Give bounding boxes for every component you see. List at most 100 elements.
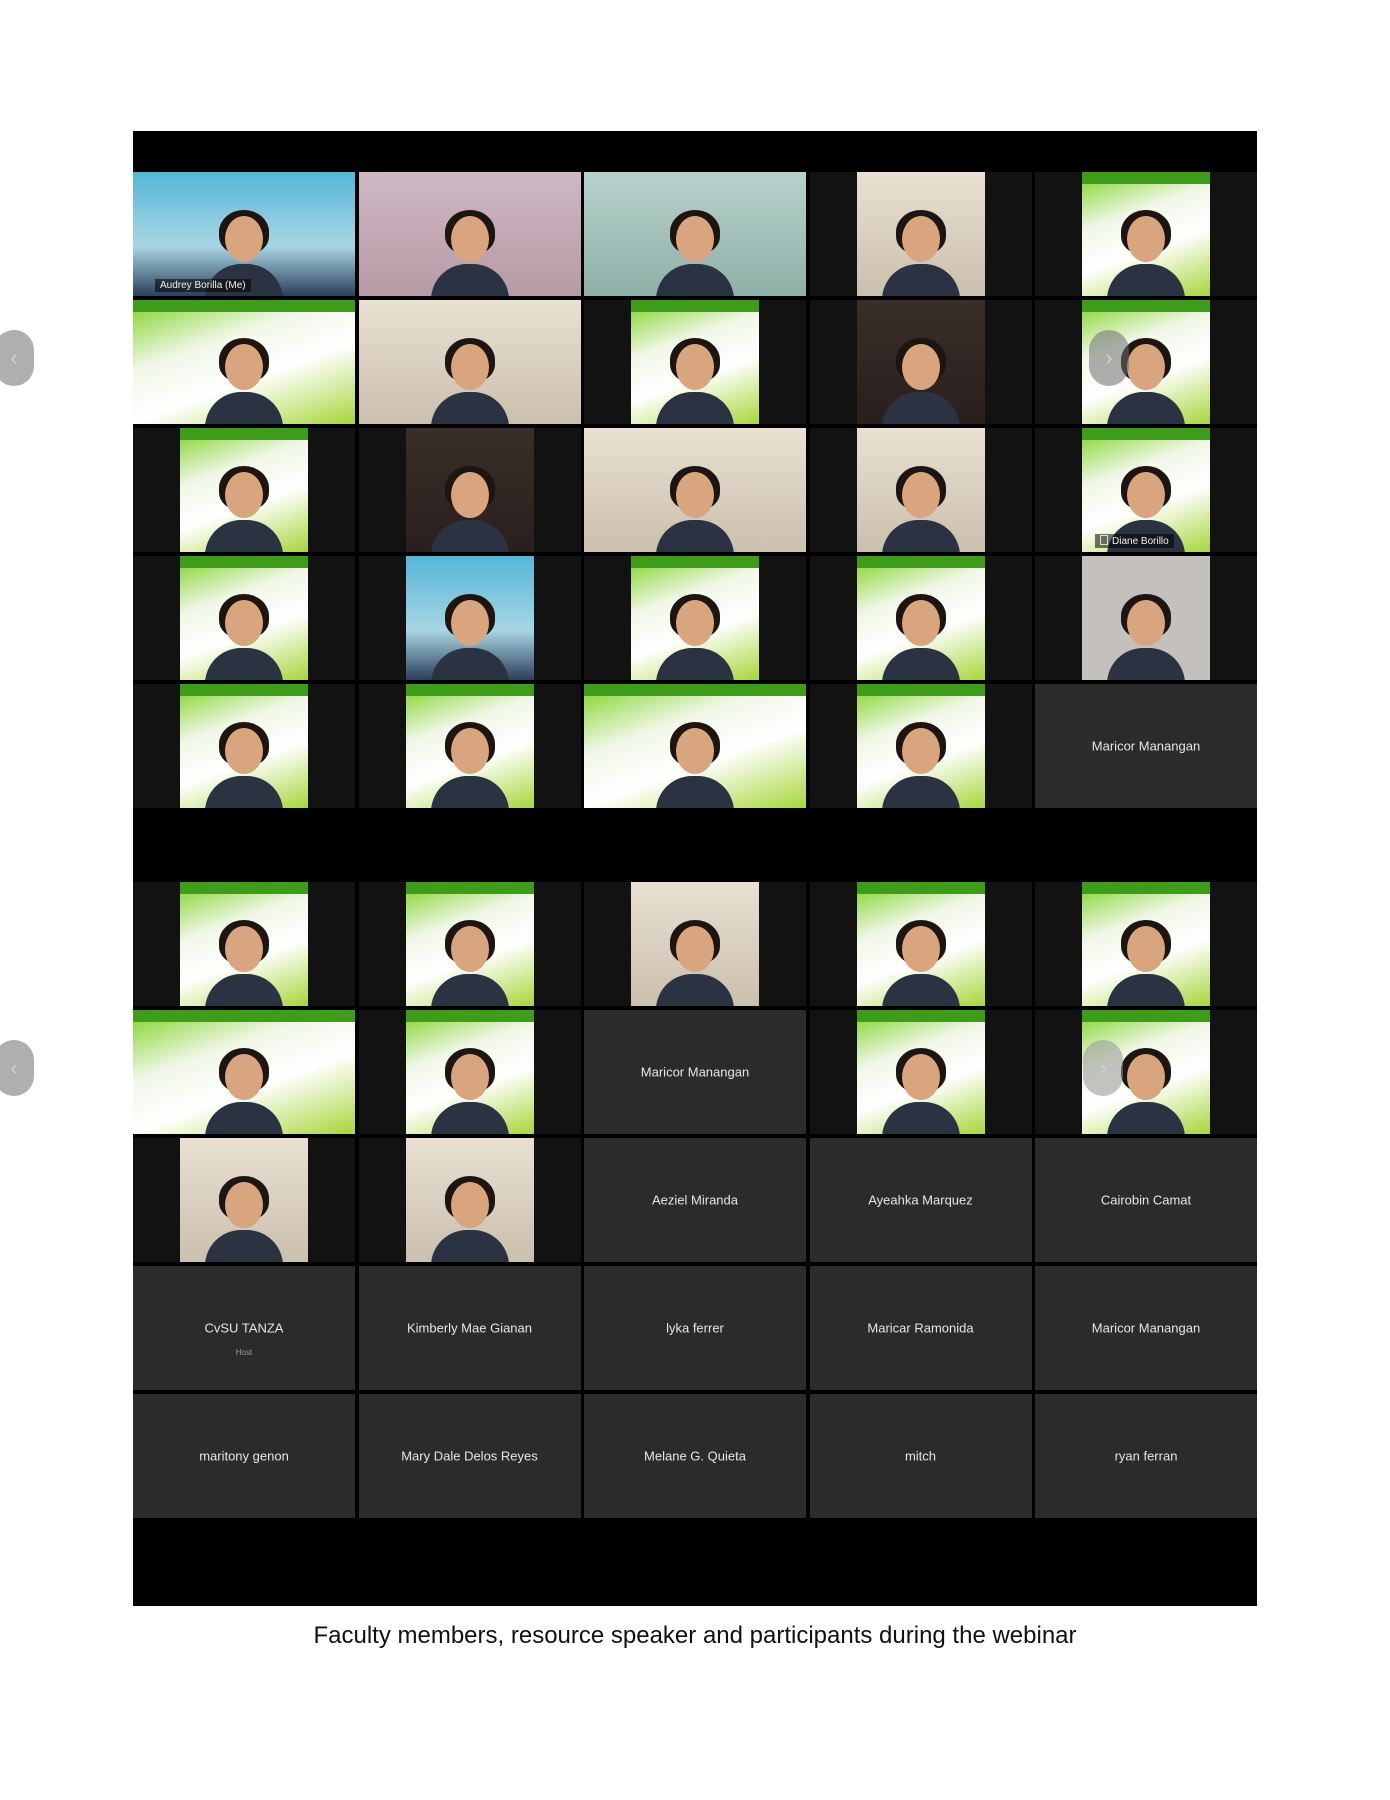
participant-name: Audrey Borilla (Me) xyxy=(160,280,246,291)
participant-figure xyxy=(1107,916,1185,1006)
virtual-background-banner xyxy=(180,428,308,440)
participant-video-tile[interactable]: Audrey Borilla (Me) xyxy=(133,172,355,296)
virtual-background-banner xyxy=(584,684,806,696)
participant-name: Maricor Manangan xyxy=(1091,738,1201,754)
participant-video-tile[interactable] xyxy=(358,556,581,680)
participant-figure xyxy=(881,334,960,424)
video-feed xyxy=(358,300,581,424)
participant-figure xyxy=(205,718,283,808)
virtual-background-banner xyxy=(405,882,534,894)
participant-figure xyxy=(430,1172,509,1262)
participant-name-tile[interactable]: CvSU TANZA Host xyxy=(133,1266,355,1390)
participant-video-tile[interactable] xyxy=(1035,1010,1257,1134)
participant-video-tile[interactable] xyxy=(809,1010,1032,1134)
video-feed xyxy=(133,1010,355,1134)
participant-name: maritony genon xyxy=(199,1448,289,1464)
participant-name-tile[interactable]: Kimberly Mae Gianan xyxy=(358,1266,581,1390)
participant-video-tile[interactable] xyxy=(809,684,1032,808)
virtual-background-banner xyxy=(405,1010,534,1022)
participant-video-tile[interactable] xyxy=(358,882,581,1006)
video-feed xyxy=(856,428,985,552)
participant-video-tile[interactable] xyxy=(358,428,581,552)
participant-video-tile[interactable] xyxy=(584,684,806,808)
participant-video-tile[interactable] xyxy=(133,1010,355,1134)
video-feed xyxy=(856,684,985,808)
participant-video-tile[interactable]: Diane Borillo xyxy=(1035,428,1257,552)
prev-page-button[interactable]: ‹ xyxy=(0,1040,34,1096)
participant-name-tile[interactable]: Aeziel Miranda xyxy=(584,1138,806,1262)
video-feed xyxy=(133,300,355,424)
participant-name: Cairobin Camat xyxy=(1100,1192,1192,1208)
participant-video-tile[interactable] xyxy=(584,428,806,552)
participant-video-tile[interactable] xyxy=(358,172,581,296)
participant-name-tag: Audrey Borilla (Me) xyxy=(155,279,251,292)
participant-name-tile[interactable]: Maricor Manangan xyxy=(584,1010,806,1134)
participant-name-tile[interactable]: Melane G. Quieta xyxy=(584,1394,806,1518)
participant-video-tile[interactable] xyxy=(358,300,581,424)
participant-figure xyxy=(430,334,509,424)
next-page-button[interactable]: › xyxy=(1083,1040,1123,1096)
participant-name-tile[interactable]: Maricor Manangan xyxy=(1035,1266,1257,1390)
participant-name-tile[interactable]: ryan ferran xyxy=(1035,1394,1257,1518)
participant-name-tile[interactable]: Ayeahka Marquez xyxy=(809,1138,1032,1262)
virtual-background-banner xyxy=(405,684,534,696)
participant-video-tile[interactable] xyxy=(584,172,806,296)
participant-video-tile[interactable] xyxy=(809,428,1032,552)
video-feed xyxy=(584,428,806,552)
participant-video-tile[interactable] xyxy=(809,882,1032,1006)
participant-figure xyxy=(881,916,960,1006)
participant-video-tile[interactable] xyxy=(358,1010,581,1134)
participant-video-tile[interactable] xyxy=(809,300,1032,424)
participant-video-tile[interactable] xyxy=(1035,556,1257,680)
chevron-right-icon: › xyxy=(1099,1055,1107,1080)
participant-name-tile[interactable]: maritony genon xyxy=(133,1394,355,1518)
participant-figure xyxy=(205,462,283,552)
participant-video-tile[interactable] xyxy=(1035,300,1257,424)
next-page-button[interactable]: › xyxy=(1089,330,1129,386)
participant-name-tile[interactable]: Mary Dale Delos Reyes xyxy=(358,1394,581,1518)
participant-figure xyxy=(205,916,283,1006)
participant-figure xyxy=(881,462,960,552)
participant-video-tile[interactable] xyxy=(1035,172,1257,296)
chevron-left-icon: ‹ xyxy=(10,345,18,370)
participant-video-tile[interactable] xyxy=(358,1138,581,1262)
participant-name-tile[interactable]: Maricor Manangan xyxy=(1035,684,1257,808)
virtual-background-banner xyxy=(631,300,759,312)
participant-video-tile[interactable] xyxy=(133,300,355,424)
video-gallery-page-2: Maricor Manangan Aeziel Miranda Ayeahka Ma… xyxy=(133,882,1257,1518)
participant-name: Maricar Ramonida xyxy=(867,1320,974,1336)
participant-video-tile[interactable] xyxy=(1035,882,1257,1006)
virtual-background-banner xyxy=(1082,300,1210,312)
virtual-background-banner xyxy=(1082,172,1210,184)
participant-video-tile[interactable] xyxy=(584,556,806,680)
participant-name-tile[interactable]: lyka ferrer xyxy=(584,1266,806,1390)
virtual-background-banner xyxy=(1082,882,1210,894)
participant-name-tile[interactable]: Maricar Ramonida xyxy=(809,1266,1032,1390)
participant-name-tile[interactable]: mitch xyxy=(809,1394,1032,1518)
participant-video-tile[interactable] xyxy=(809,556,1032,680)
video-feed xyxy=(133,172,355,296)
participant-video-tile[interactable] xyxy=(133,1138,355,1262)
participant-name: mitch xyxy=(904,1448,937,1464)
participant-video-tile[interactable] xyxy=(133,882,355,1006)
participant-video-tile[interactable] xyxy=(133,428,355,552)
virtual-background-banner xyxy=(1082,428,1210,440)
video-feed xyxy=(180,882,308,1006)
participant-video-tile[interactable] xyxy=(584,300,806,424)
virtual-background-banner xyxy=(856,684,985,696)
participant-figure xyxy=(205,1172,283,1262)
participant-video-tile[interactable] xyxy=(133,556,355,680)
prev-page-button[interactable]: ‹ xyxy=(0,330,34,386)
participant-name-tile[interactable]: Cairobin Camat xyxy=(1035,1138,1257,1262)
video-feed xyxy=(584,172,806,296)
participant-video-tile[interactable] xyxy=(809,172,1032,296)
participant-figure xyxy=(656,916,734,1006)
participant-figure xyxy=(430,718,509,808)
video-feed xyxy=(180,684,308,808)
participant-name: Diane Borillo xyxy=(1112,536,1169,547)
participant-video-tile[interactable] xyxy=(358,684,581,808)
video-feed xyxy=(1082,556,1210,680)
participant-video-tile[interactable] xyxy=(133,684,355,808)
participant-video-tile[interactable] xyxy=(584,882,806,1006)
video-feed xyxy=(584,684,806,808)
